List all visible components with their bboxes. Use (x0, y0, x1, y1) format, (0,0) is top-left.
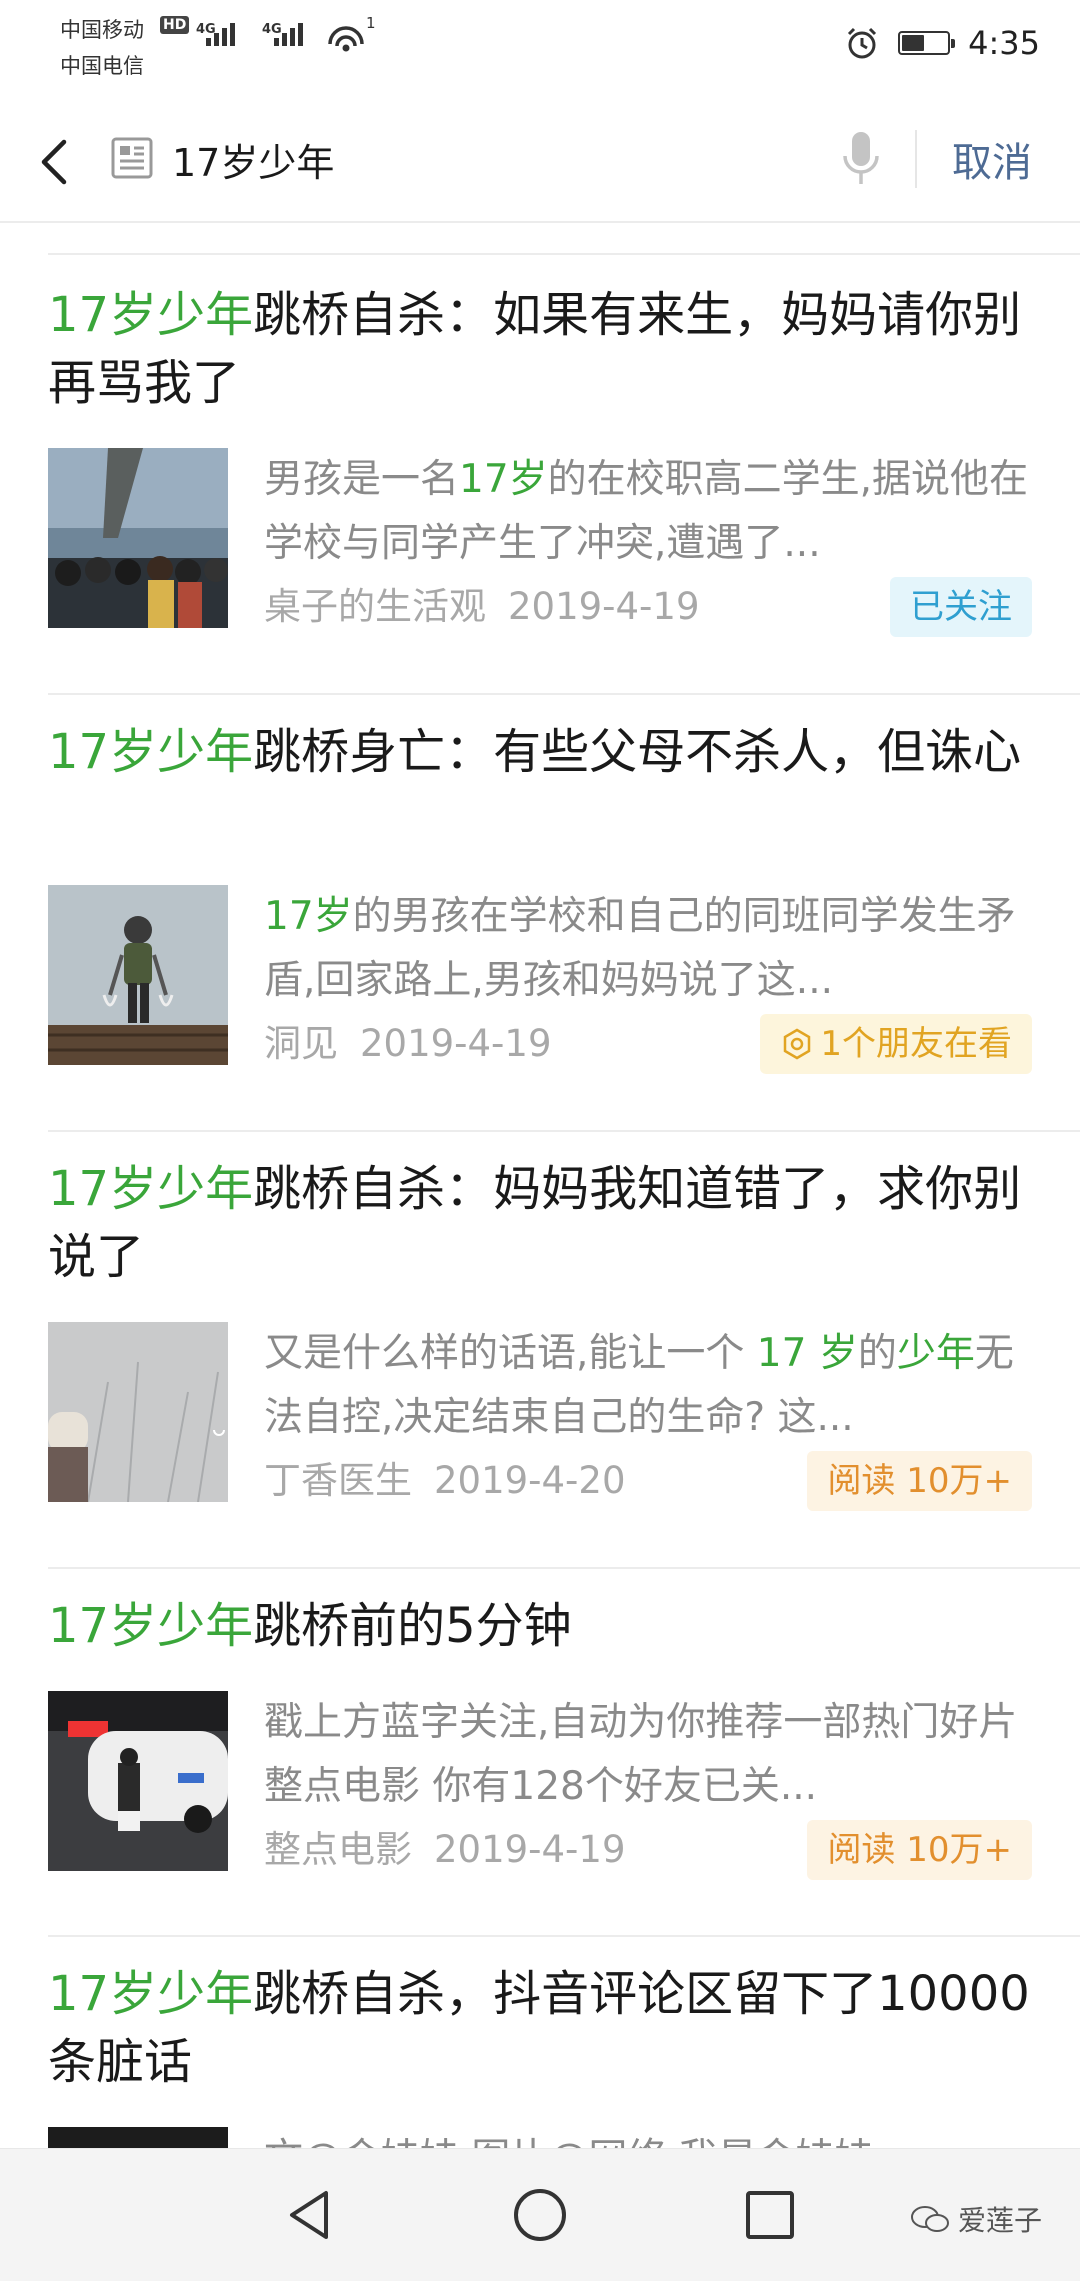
result-body (48, 1691, 228, 1871)
result-date: 2019-4-20 (434, 1459, 626, 1502)
watermark: 爱莲子 (910, 2199, 1042, 2239)
nav-home-button[interactable] (510, 2185, 570, 2245)
nav-back-button[interactable] (280, 2185, 340, 2245)
back-button[interactable] (30, 124, 90, 194)
result-title: 17岁少年跳桥身亡：有些父母不杀人，但诛心 (48, 724, 1022, 780)
result-description: 文@金娃娃 图片@网络 我是金娃娃... (264, 2127, 1032, 2148)
result-meta: 整点电影 2019-4-19 (264, 1819, 626, 1873)
search-input[interactable]: 17岁少年 (172, 132, 334, 187)
result-title: 17岁少年跳桥自杀：如果有来生，妈妈请你别再骂我了 (48, 287, 1022, 411)
clock: 4:35 (968, 24, 1040, 62)
result-date: 2019-4-19 (508, 585, 700, 628)
result-date: 2019-4-19 (434, 1828, 626, 1871)
divider (48, 253, 1080, 255)
result-thumbnail (48, 885, 228, 1065)
result-description: 戳上方蓝字关注,自动为你推荐一部热门好片 整点电影 你有128个好友已关... (264, 1700, 1018, 1809)
divider (48, 1935, 1080, 1937)
result-thumbnail (48, 1691, 228, 1871)
wechat-icon (910, 2206, 949, 2232)
result-item[interactable]: 17岁少年跳桥自杀：如果有来生，妈妈请你别再骂我了 男孩是一名17岁的在校职高二… (48, 281, 1032, 643)
result-description: 男孩是一名17岁的在校职高二学生,据说他在学校与同学产生了冲突,遭遇了... (264, 457, 1029, 566)
article-type-icon[interactable] (110, 136, 154, 180)
result-source: 整点电影 (264, 1828, 412, 1871)
result-thumbnail (48, 2127, 228, 2148)
result-thumbnail (48, 1322, 228, 1502)
result-date: 2019-4-19 (360, 1022, 552, 1065)
result-body (48, 448, 228, 628)
voice-search-button[interactable] (836, 126, 886, 192)
result-source: 洞见 (264, 1022, 338, 1065)
microphone-icon (843, 132, 879, 184)
result-meta: 桌子的生活观 2019-4-19 (264, 576, 700, 630)
triangle-back-icon (290, 2191, 328, 2239)
cancel-button[interactable]: 取消 (952, 130, 1032, 188)
followed-badge: 已关注 (890, 577, 1032, 637)
result-body (48, 2127, 228, 2148)
result-source: 桌子的生活观 (264, 585, 486, 628)
result-title: 17岁少年跳桥自杀，抖音评论区留下了10000条脏话 (48, 1966, 1030, 2090)
carrier-secondary: 中国电信 (60, 54, 144, 78)
result-item[interactable]: 17岁少年跳桥自杀：妈妈我知道错了，求你别说了 又是什么样的话语,能让一个 17… (48, 1155, 1032, 1517)
back-arrow-icon (41, 139, 67, 185)
result-meta: 丁香医生 2019-4-20 (264, 1450, 626, 1504)
result-source: 丁香医生 (264, 1459, 412, 1502)
result-description: 17岁的男孩在学校和自己的同班同学发生矛盾,回家路上,男孩和妈妈说了这... (264, 894, 1016, 1003)
divider (48, 693, 1080, 695)
read-count-badge: 阅读 10万+ (807, 1451, 1032, 1511)
result-thumbnail (48, 448, 228, 628)
circle-home-icon (514, 2189, 566, 2241)
search-header: 17岁少年 取消 (0, 96, 1080, 223)
signal-icon (206, 20, 246, 46)
square-recents-icon (746, 2191, 794, 2239)
status-bar: 中国移动 中国电信 HD 4G 4G 1 4:35 (0, 0, 1080, 96)
friends-icon (784, 1028, 811, 1060)
result-body (48, 1322, 228, 1502)
result-meta: 洞见 2019-4-19 (264, 1013, 552, 1067)
read-count-badge: 阅读 10万+ (807, 1820, 1032, 1880)
signal-icon-2 (274, 20, 314, 46)
result-item[interactable]: 17岁少年跳桥自杀，抖音评论区留下了10000条脏话 文@金娃娃 图片@网络 我… (48, 1960, 1032, 2148)
result-item[interactable]: 17岁少年跳桥身亡：有些父母不杀人，但诛心 17岁的男孩在学校和自己的同班同学发… (48, 718, 1032, 1080)
search-results: 17岁少年跳桥自杀：如果有来生，妈妈请你别再骂我了 男孩是一名17岁的在校职高二… (0, 223, 1080, 2148)
divider (48, 1130, 1080, 1132)
header-divider (915, 130, 917, 188)
result-body (48, 885, 228, 1065)
result-description: 又是什么样的话语,能让一个 17 岁的少年无法自控,决定结束自己的生命? 这..… (264, 1331, 1014, 1440)
nav-recents-button[interactable] (740, 2185, 800, 2245)
wifi-sub-count: 1 (366, 14, 376, 32)
hd-voice-badge: HD (160, 16, 190, 34)
result-title: 17岁少年跳桥前的5分钟 (48, 1598, 572, 1654)
divider (48, 1567, 1080, 1569)
friends-reading-badge: 1个朋友在看 (760, 1014, 1032, 1074)
status-right: 4:35 (844, 24, 1040, 62)
wifi-hotspot-icon (328, 26, 364, 52)
result-item[interactable]: 17岁少年跳桥前的5分钟 戳上方蓝字关注,自动为你推荐一部热门好片 整点电影 你… (48, 1592, 1032, 1892)
battery-icon (898, 31, 956, 55)
result-title: 17岁少年跳桥自杀：妈妈我知道错了，求你别说了 (48, 1161, 1022, 1285)
carrier-primary: 中国移动 (60, 18, 144, 42)
alarm-icon (848, 27, 877, 59)
system-nav-bar: 爱莲子 (0, 2148, 1080, 2281)
